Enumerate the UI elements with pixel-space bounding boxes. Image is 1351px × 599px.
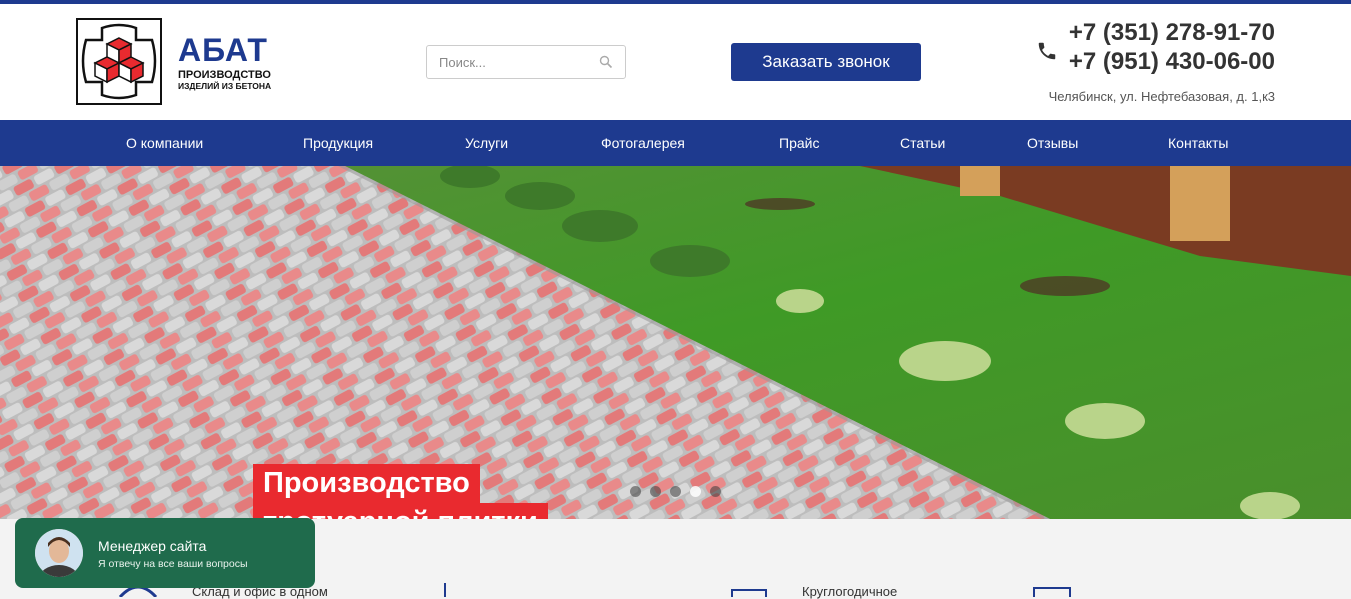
search-icon[interactable] <box>599 55 613 69</box>
hero-slider[interactable]: Производство тротуарной плитки <box>0 166 1351 519</box>
phone-number-1[interactable]: +7 (351) 278-91-70 <box>1049 18 1275 47</box>
slider-dots <box>630 486 721 497</box>
chat-subtitle: Я отвечу на все ваши вопросы <box>98 558 248 570</box>
nav-item-reviews[interactable]: Отзывы <box>1027 120 1078 166</box>
brand-subtitle-2: ИЗДЕЛИЙ ИЗ БЕТОНА <box>178 80 272 91</box>
feature-text-3: Круглогодичное <box>802 584 898 599</box>
hero-image <box>0 166 1351 519</box>
avatar <box>35 529 83 577</box>
site-header: АБАТ ПРОИЗВОДСТВО ИЗДЕЛИЙ ИЗ БЕТОНА Зака… <box>0 4 1351 120</box>
document-icon <box>1033 587 1071 597</box>
logo[interactable]: АБАТ ПРОИЗВОДСТВО ИЗДЕЛИЙ ИЗ БЕТОНА <box>76 18 271 105</box>
search-box <box>426 45 626 79</box>
chat-title: Менеджер сайта <box>98 538 207 554</box>
slider-dot-3[interactable] <box>670 486 681 497</box>
contacts-block: +7 (351) 278-91-70 +7 (951) 430-06-00 Че… <box>1049 18 1275 104</box>
callback-button[interactable]: Заказать звонок <box>731 43 921 81</box>
nav-item-about[interactable]: О компании <box>126 120 203 166</box>
nav-item-articles[interactable]: Статьи <box>900 120 945 166</box>
slider-dot-2[interactable] <box>650 486 661 497</box>
slider-dot-1[interactable] <box>630 486 641 497</box>
search-input[interactable] <box>427 46 587 78</box>
brand-name: АБАТ <box>178 31 268 68</box>
nav-item-price[interactable]: Прайс <box>779 120 819 166</box>
calendar-icon <box>731 589 767 597</box>
chat-widget[interactable]: Менеджер сайта Я отвечу на все ваши вопр… <box>15 518 315 588</box>
phone-number-2[interactable]: +7 (951) 430-06-00 <box>1049 47 1275 76</box>
hero-title-line-2: тротуарной плитки <box>253 503 548 519</box>
nav-item-contacts[interactable]: Контакты <box>1168 120 1228 166</box>
nav-item-gallery[interactable]: Фотогалерея <box>601 120 685 166</box>
slider-dot-5[interactable] <box>710 486 721 497</box>
slider-dot-4[interactable] <box>690 486 701 497</box>
brand-subtitle: ПРОИЗВОДСТВО <box>178 68 271 81</box>
address: Челябинск, ул. Нефтебазовая, д. 1,к3 <box>1048 89 1275 104</box>
nav-item-products[interactable]: Продукция <box>303 120 373 166</box>
nav-item-services[interactable]: Услуги <box>465 120 508 166</box>
main-nav: О компании Продукция Услуги Фотогалерея … <box>0 120 1351 166</box>
hero-title: Производство тротуарной плитки <box>253 464 548 519</box>
hero-title-line-1: Производство <box>253 464 480 503</box>
logo-icon <box>76 18 162 105</box>
